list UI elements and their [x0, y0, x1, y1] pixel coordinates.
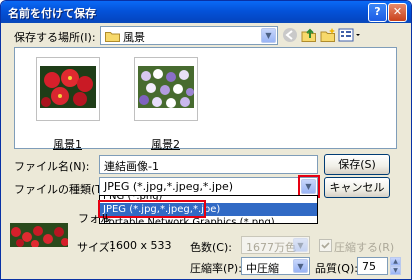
quality-spinner[interactable]: ▲ ▼ — [390, 257, 401, 276]
filetype-label: ファイルの種類(T): — [14, 183, 111, 196]
colors-value: 1677万色 — [246, 241, 296, 254]
file-list[interactable]: 風景1 風景2 — [14, 47, 397, 152]
pansy-photo-thumbnail — [138, 66, 194, 108]
location-label: 保存する場所(I): — [14, 31, 96, 44]
filename-value: 連結画像-1 — [104, 160, 159, 173]
compression-ratio-select[interactable]: 中圧縮 ▼ — [241, 257, 310, 275]
save-button[interactable]: 保存(S) — [324, 154, 390, 175]
filename-label: ファイル名(N): — [14, 160, 90, 173]
location-value: 風景 — [123, 31, 145, 44]
cancel-button[interactable]: キャンセル — [324, 177, 390, 198]
back-icon[interactable] — [282, 27, 298, 46]
save-as-dialog: 名前を付けて保存 ? ✕ 保存する場所(I): 風景 ▼ 風景1 風景2 ファイ… — [0, 0, 412, 280]
chevron-down-icon: ▼ — [293, 238, 308, 252]
spin-down-icon[interactable]: ▼ — [390, 266, 401, 275]
up-folder-icon[interactable] — [301, 27, 317, 46]
filename-input[interactable]: 連結画像-1 — [99, 155, 318, 174]
quality-input[interactable]: 75 — [357, 257, 388, 275]
close-button[interactable]: ✕ — [388, 3, 407, 22]
spin-up-icon[interactable]: ▲ — [390, 257, 401, 266]
selected-option-highlight — [98, 200, 206, 218]
filetype-value: JPEG (*.jpg,*.jpeg,*.jpe) — [104, 180, 234, 193]
dialog-title: 名前を付けて保存 — [8, 7, 96, 20]
chevron-down-icon[interactable]: ▼ — [293, 259, 308, 273]
file-thumbnail[interactable] — [134, 57, 198, 121]
preview-thumbnail — [10, 223, 68, 247]
size-value: 1600 x 533 — [109, 239, 172, 252]
file-name[interactable]: 風景2 — [151, 136, 180, 152]
compression-ratio-value: 中圧縮 — [246, 262, 279, 275]
new-folder-icon[interactable] — [320, 27, 336, 46]
quality-value: 75 — [362, 260, 376, 273]
folder-icon — [105, 30, 120, 45]
compression-ratio-label: 圧縮率(P): — [190, 262, 242, 275]
compress-checkbox — [319, 239, 332, 252]
file-thumbnail[interactable] — [36, 57, 100, 121]
location-select[interactable]: 風景 ▼ — [100, 26, 278, 45]
flower-photo-thumbnail — [40, 66, 96, 108]
compress-label: 圧縮する(R) — [334, 241, 395, 254]
colors-label: 色数(C): — [190, 241, 232, 254]
chevron-down-icon[interactable]: ▼ — [261, 28, 276, 43]
quality-label: 品質(Q): — [315, 262, 358, 275]
view-menu-icon[interactable] — [338, 27, 362, 46]
file-name[interactable]: 風景1 — [53, 136, 82, 152]
colors-select: 1677万色 ▼ — [241, 236, 310, 254]
help-button[interactable]: ? — [368, 3, 387, 22]
title-bar[interactable]: 名前を付けて保存 ? ✕ — [1, 1, 411, 23]
filetype-select[interactable]: JPEG (*.jpg,*.jpeg,*.jpe) ▼ — [99, 177, 318, 196]
folder-label-partial: フォル — [78, 212, 111, 225]
